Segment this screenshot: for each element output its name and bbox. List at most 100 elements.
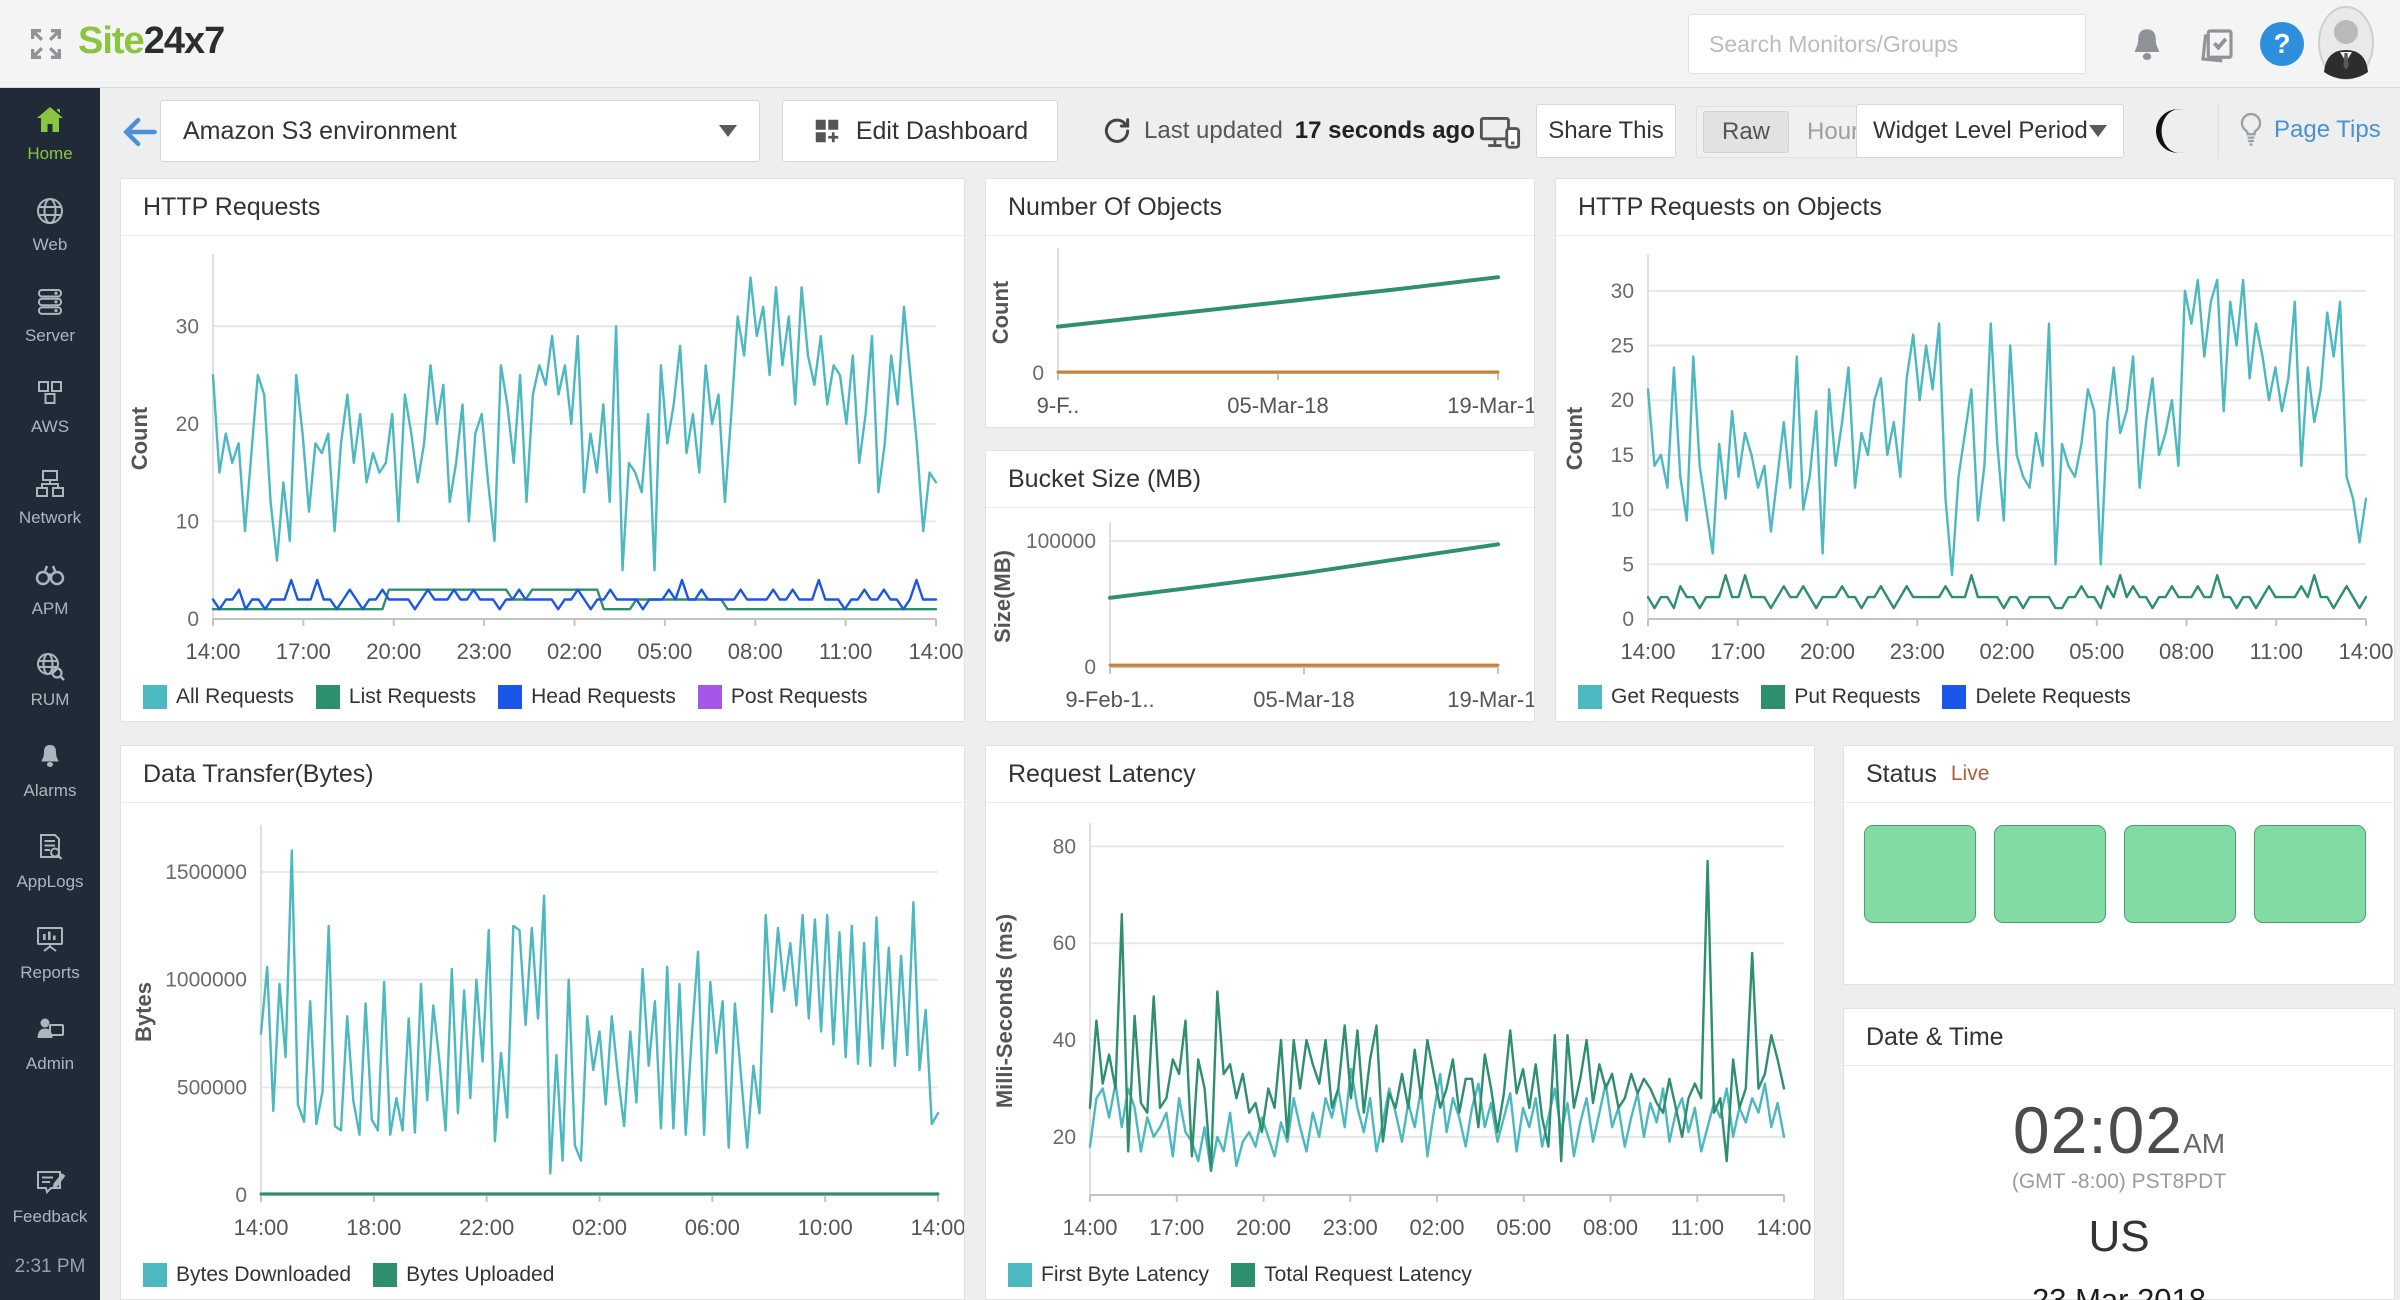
svg-text:02:00: 02:00 [1409, 1215, 1464, 1240]
widget-http-requests: HTTP Requests 010203014:0017:0020:0023:0… [120, 178, 965, 722]
legend-swatch [698, 685, 722, 709]
status-tile-4[interactable] [2254, 825, 2366, 923]
bucket-size-chart: 01000009-Feb-1..05-Mar-1819-Mar-18Size(M… [986, 506, 1534, 721]
svg-text:Count: Count [127, 406, 152, 470]
legend-label: First Byte Latency [1041, 1263, 1209, 1287]
svg-text:19-Mar-18: 19-Mar-18 [1447, 687, 1534, 712]
legend-item[interactable]: Head Requests [494, 681, 686, 713]
widget-level-period-dropdown[interactable]: Widget Level Period [1856, 104, 2124, 158]
svg-text:80: 80 [1053, 835, 1076, 858]
svg-text:20: 20 [1053, 1126, 1076, 1149]
sidebar-item-aws[interactable]: AWS [0, 361, 100, 452]
avatar[interactable] [2318, 6, 2374, 80]
sidebar-item-apm[interactable]: APM [0, 543, 100, 634]
sidebar-item-applogs[interactable]: AppLogs [0, 816, 100, 907]
svg-text:0: 0 [1622, 608, 1634, 631]
svg-text:14:00: 14:00 [1062, 1215, 1117, 1240]
status-tile-2[interactable] [1994, 825, 2106, 923]
sidebar-item-admin[interactable]: Admin [0, 998, 100, 1089]
header-divider [2218, 104, 2219, 158]
sidebar-item-server[interactable]: Server [0, 270, 100, 361]
svg-text:20:00: 20:00 [1800, 639, 1855, 664]
network-icon [33, 467, 67, 501]
svg-text:17:00: 17:00 [276, 639, 331, 664]
legend-label: Post Requests [731, 685, 868, 709]
legend-item[interactable]: Total Request Latency [1227, 1259, 1482, 1291]
sidebar-item-reports[interactable]: Reports [0, 907, 100, 998]
share-this-button[interactable]: Share This [1536, 104, 1676, 158]
legend-item[interactable]: Delete Requests [1938, 681, 2140, 713]
legend-swatch [1942, 685, 1966, 709]
legend-item[interactable]: Bytes Uploaded [369, 1259, 564, 1291]
legend-item[interactable]: Get Requests [1574, 681, 1749, 713]
svg-text:17:00: 17:00 [1149, 1215, 1204, 1240]
widget-data-transfer: Data Transfer(Bytes) 0500000100000015000… [120, 745, 965, 1300]
site24x7-logo[interactable]: Site24x7 [78, 20, 224, 63]
legend-label: List Requests [349, 685, 476, 709]
svg-text:14:00: 14:00 [185, 639, 240, 664]
legend-item[interactable]: List Requests [312, 681, 486, 713]
help-icon[interactable]: ? [2260, 22, 2304, 66]
main-content: Amazon S3 environment Edit Dashboard Las… [100, 88, 2400, 1300]
sidebar-item-label: Alarms [24, 781, 77, 801]
svg-text:18:00: 18:00 [346, 1215, 401, 1240]
edit-dashboard-button[interactable]: Edit Dashboard [782, 100, 1058, 162]
legend-label: Total Request Latency [1264, 1263, 1472, 1287]
sidebar-item-label: APM [32, 599, 69, 619]
sidebar-item-label: Web [33, 235, 68, 255]
svg-text:14:00: 14:00 [2338, 639, 2393, 664]
applogs-icon [33, 831, 67, 865]
legend-swatch [1761, 685, 1785, 709]
sidebar-clock: 2:31 PM [15, 1242, 86, 1300]
svg-text:05-Mar-18: 05-Mar-18 [1227, 393, 1328, 418]
sidebar-item-home[interactable]: Home [0, 88, 100, 179]
notification-bell-icon[interactable] [2126, 24, 2168, 66]
legend-item[interactable]: Bytes Downloaded [139, 1259, 361, 1291]
web-icon [33, 194, 67, 228]
back-arrow-icon[interactable] [118, 110, 162, 154]
svg-text:06:00: 06:00 [685, 1215, 740, 1240]
svg-text:0: 0 [1032, 362, 1044, 385]
status-tile-1[interactable] [1864, 825, 1976, 923]
sidebar-item-label: Home [27, 144, 72, 164]
legend-item[interactable]: Post Requests [694, 681, 878, 713]
sidebar-item-web[interactable]: Web [0, 179, 100, 270]
svg-text:500000: 500000 [177, 1076, 247, 1099]
toggle-raw[interactable]: Raw [1703, 111, 1789, 153]
svg-text:9-F..: 9-F.. [1037, 393, 1080, 418]
sidebar-item-label: Network [19, 508, 81, 528]
reports-icon [33, 922, 67, 956]
legend-item[interactable]: Put Requests [1757, 681, 1930, 713]
status-tiles [1844, 803, 2394, 945]
search-input[interactable] [1688, 14, 2086, 74]
number-of-objects-chart: 09-F..05-Mar-1819-Mar-18Count [986, 234, 1534, 427]
page-tips-link[interactable]: Page Tips [2236, 112, 2381, 148]
svg-text:19-Mar-18: 19-Mar-18 [1447, 393, 1534, 418]
dashboard-selector[interactable]: Amazon S3 environment [160, 100, 760, 162]
svg-text:Size(MB): Size(MB) [990, 550, 1015, 643]
widget-title: Data Transfer(Bytes) [121, 746, 964, 803]
sidebar-item-feedback[interactable]: Feedback [0, 1151, 100, 1242]
sidebar-item-label: Feedback [13, 1207, 88, 1227]
widget-title: Bucket Size (MB) [986, 451, 1534, 508]
sidebar-item-rum[interactable]: RUM [0, 634, 100, 725]
legend-item[interactable]: All Requests [139, 681, 304, 713]
sidebar-item-network[interactable]: Network [0, 452, 100, 543]
status-tile-3[interactable] [2124, 825, 2236, 923]
widget-title: Status Live [1844, 746, 2394, 803]
svg-text:0: 0 [235, 1184, 247, 1207]
timezone: (GMT -8:00) PST8PDT [1844, 1170, 2394, 1194]
dark-mode-moon-icon[interactable] [2156, 108, 2198, 154]
expand-icon[interactable] [26, 24, 66, 64]
devices-icon[interactable] [1478, 112, 1522, 152]
refresh-icon[interactable] [1102, 116, 1132, 146]
tasks-icon[interactable] [2196, 24, 2238, 66]
svg-text:23:00: 23:00 [1323, 1215, 1378, 1240]
legend-item[interactable]: First Byte Latency [1004, 1259, 1219, 1291]
svg-text:20: 20 [176, 413, 199, 436]
svg-text:08:00: 08:00 [2159, 639, 2214, 664]
svg-text:11:00: 11:00 [2250, 639, 2303, 664]
feedback-icon [33, 1166, 67, 1200]
admin-icon [33, 1013, 67, 1047]
sidebar-item-alarms[interactable]: Alarms [0, 725, 100, 816]
